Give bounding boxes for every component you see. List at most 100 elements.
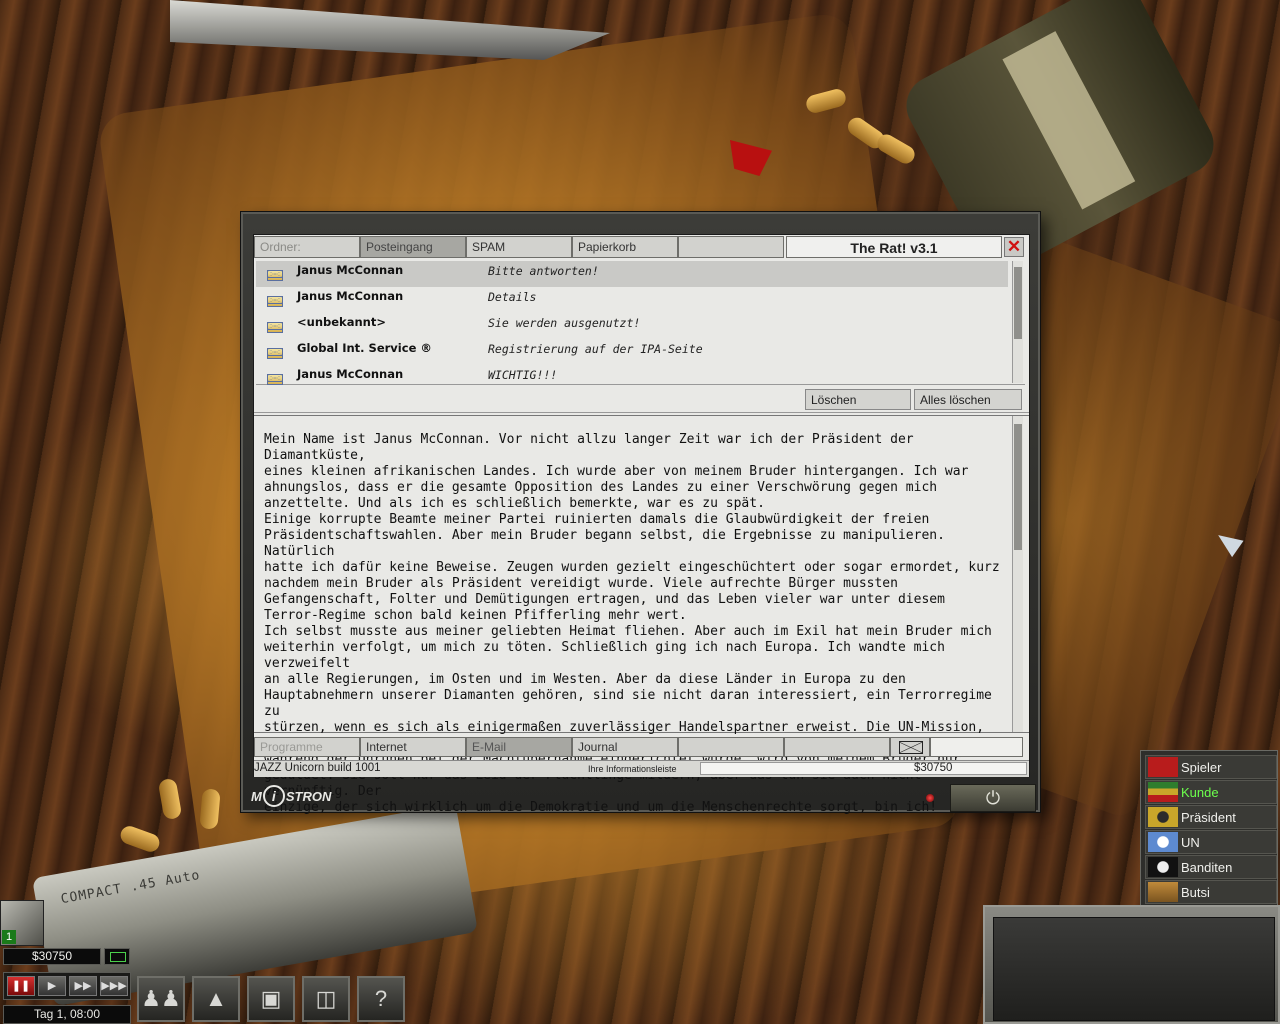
close-button[interactable]: ✕ <box>1004 237 1024 257</box>
tab-empty[interactable] <box>678 236 784 258</box>
faction-banditen[interactable]: Banditen <box>1145 855 1277 879</box>
compose-mail-icon[interactable] <box>890 737 930 757</box>
faction-praesident[interactable]: Präsident <box>1145 805 1277 829</box>
action-bar: Löschen Alles löschen <box>254 385 1029 413</box>
message-body-scrollbar[interactable] <box>1012 416 1023 732</box>
faction-name: Präsident <box>1181 810 1236 825</box>
time-controls: ❚❚ ▶ ▶▶ ▶▶▶ <box>3 972 131 1000</box>
minimap-screen[interactable] <box>993 917 1275 1021</box>
power-led-icon <box>926 794 934 802</box>
flag-icon <box>1148 882 1178 902</box>
envelope-icon <box>267 348 283 359</box>
envelope-icon <box>267 270 283 281</box>
tab-papierkorb[interactable]: Papierkorb <box>572 236 678 258</box>
envelope-icon <box>267 296 283 307</box>
tab-internet[interactable]: Internet <box>360 737 466 757</box>
faction-spieler[interactable]: Spieler <box>1145 755 1277 779</box>
faction-kunde[interactable]: Kunde <box>1145 780 1277 804</box>
tab-empty[interactable] <box>678 737 784 757</box>
laptop-icon: ▣ <box>260 986 282 1011</box>
faction-panel: Spieler Kunde Präsident UN Banditen Buts… <box>1140 750 1278 906</box>
message-subject: WICHTIG!!! <box>488 368 558 382</box>
scrollbar-thumb[interactable] <box>1014 267 1022 339</box>
faction-name: UN <box>1181 835 1200 850</box>
envelope-icon <box>267 374 283 385</box>
tab-email[interactable]: E-Mail <box>466 737 572 757</box>
status-bar: JAZZ Unicorn build 1001 Ihre Information… <box>254 760 1029 777</box>
knife-blade <box>170 0 610 60</box>
flag-icon <box>1148 807 1178 827</box>
laptop-button[interactable]: ▣ <box>247 976 295 1022</box>
logo-letter: M <box>251 789 262 804</box>
delete-all-button[interactable]: Alles löschen <box>914 389 1022 410</box>
message-sender: Janus McConnan <box>297 289 404 303</box>
faction-name: Banditen <box>1181 860 1233 875</box>
app-title: The Rat! v3.1 <box>786 236 1002 258</box>
bullet <box>874 131 918 167</box>
folder-label: Ordner: <box>254 236 360 258</box>
message-list-scrollbar[interactable] <box>1012 261 1023 383</box>
minimap-frame <box>983 905 1280 1024</box>
message-subject: Details <box>488 290 537 304</box>
helmet-icon: ▲ <box>205 986 227 1011</box>
envelope-icon <box>267 322 283 333</box>
message-subject: Bitte antworten! <box>488 264 599 278</box>
info-bar-label: Ihre Informationsleiste <box>588 764 677 774</box>
message-sender: <unbekannt> <box>297 315 386 329</box>
message-subject: Registrierung auf der IPA-Seite <box>488 342 703 356</box>
pause-button[interactable]: ❚❚ <box>7 976 35 996</box>
faction-butsi[interactable]: Butsi <box>1145 880 1277 904</box>
scrollbar-thumb[interactable] <box>1014 424 1022 550</box>
email-client-panel: Ordner: Posteingang SPAM Papierkorb The … <box>253 234 1030 815</box>
unit-count-badge: 1 <box>2 930 16 944</box>
info-bar <box>700 762 1027 775</box>
soldiers-icon: ♟♟ <box>141 986 181 1011</box>
help-icon: ? <box>374 986 388 1011</box>
computer-icon: ◫ <box>315 986 337 1011</box>
tab-programme[interactable]: Programme <box>254 737 360 757</box>
message-row[interactable]: <unbekannt> Sie werden ausgenutzt! <box>256 313 1008 339</box>
delete-button[interactable]: Löschen <box>805 389 911 410</box>
message-body: Mein Name ist Janus McConnan. Vor nicht … <box>254 415 1029 815</box>
tab-blank-field <box>930 737 1023 757</box>
tab-posteingang[interactable]: Posteingang <box>360 236 466 258</box>
flag-icon <box>1148 782 1178 802</box>
soldiers-button[interactable]: ♟♟ <box>137 976 185 1022</box>
build-label: JAZZ Unicorn build 1001 <box>254 762 381 774</box>
skull-icon <box>1148 857 1178 877</box>
message-row[interactable]: Janus McConnan Bitte antworten! <box>256 261 1008 287</box>
message-list: Janus McConnan Bitte antworten! Janus Mc… <box>256 261 1025 385</box>
play-button[interactable]: ▶ <box>38 976 66 996</box>
flag-icon <box>1148 832 1178 852</box>
money-display: $30750 <box>3 948 101 965</box>
fast-forward-button[interactable]: ▶▶ <box>69 976 97 996</box>
equipment-button[interactable]: ▲ <box>192 976 240 1022</box>
power-button[interactable]: ⏻ <box>950 784 1036 812</box>
mail-icon[interactable] <box>104 948 130 965</box>
mistron-logo: Mi STRON <box>251 785 331 809</box>
message-sender: Janus McConnan <box>297 263 404 277</box>
message-row[interactable]: Janus McConnan Details <box>256 287 1008 313</box>
email-client-window: Ordner: Posteingang SPAM Papierkorb The … <box>241 212 1040 815</box>
tab-empty[interactable] <box>784 737 890 757</box>
message-row[interactable]: Global Int. Service ® Registrierung auf … <box>256 339 1008 365</box>
message-sender: Global Int. Service ® <box>297 341 432 355</box>
logo-circle: i <box>262 785 285 807</box>
computer-button[interactable]: ◫ <box>302 976 350 1022</box>
faction-name: Spieler <box>1181 760 1222 775</box>
bullet <box>157 777 183 821</box>
message-sender: Janus McConnan <box>297 367 404 381</box>
bullet <box>118 823 162 855</box>
tab-journal[interactable]: Journal <box>572 737 678 757</box>
tab-spam[interactable]: SPAM <box>466 236 572 258</box>
folder-tab-row: Ordner: Posteingang SPAM Papierkorb <box>254 235 784 259</box>
game-time: Tag 1, 08:00 <box>3 1005 131 1024</box>
faction-un[interactable]: UN <box>1145 830 1277 854</box>
message-row[interactable]: Janus McConnan WICHTIG!!! <box>256 365 1008 385</box>
fastest-forward-button[interactable]: ▶▶▶ <box>100 976 128 996</box>
logo-text: STRON <box>285 789 332 804</box>
faction-name: Butsi <box>1181 885 1210 900</box>
flag-icon <box>1148 757 1178 777</box>
help-button[interactable]: ? <box>357 976 405 1022</box>
balance-label: $30750 <box>914 762 953 774</box>
